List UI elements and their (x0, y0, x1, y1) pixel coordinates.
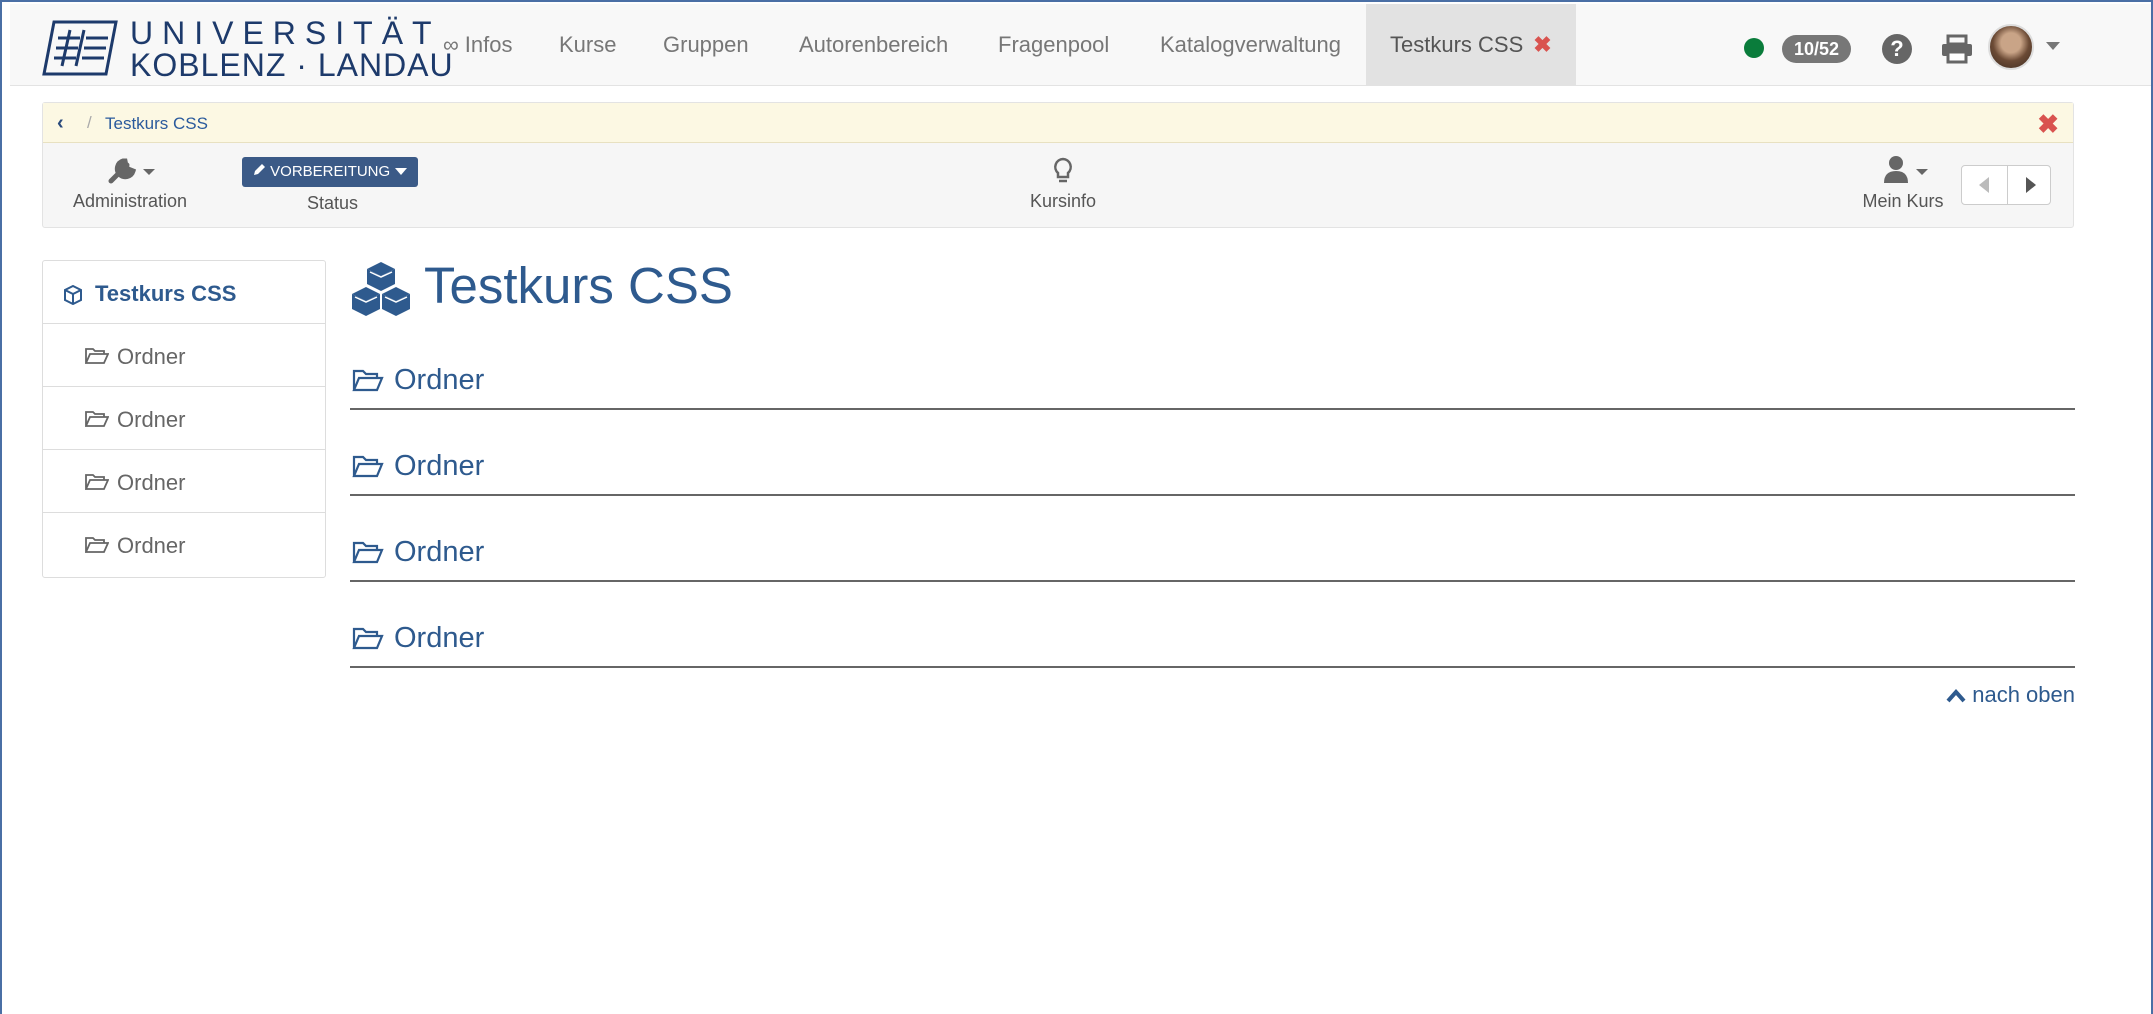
chevron-left-icon[interactable]: ‹ (57, 112, 64, 135)
close-icon[interactable]: ✖ (2037, 109, 2059, 140)
university-logo-mark (42, 20, 118, 76)
folder-open-icon (85, 411, 109, 427)
nav-gruppen[interactable]: Gruppen (663, 4, 749, 86)
avatar[interactable] (1988, 24, 2034, 70)
tab-testkurs-css-label: Testkurs CSS (1390, 32, 1524, 57)
folder-open-icon (352, 369, 384, 392)
previous-button[interactable] (1962, 166, 2007, 204)
back-to-top-link[interactable]: nach oben (1946, 682, 2075, 708)
folder-open-icon (85, 537, 109, 553)
status-dropdown-button[interactable]: VORBEREITUNG (242, 157, 419, 187)
administration-menu[interactable]: Administration (65, 153, 195, 212)
menu-item-ordner[interactable]: Ordner (43, 387, 325, 450)
tab-testkurs-css[interactable]: Testkurs CSS ✖ (1366, 4, 1576, 86)
section-ordner[interactable]: Ordner (350, 616, 2075, 668)
folder-open-icon (352, 627, 384, 650)
lightbulb-icon (1054, 157, 1072, 183)
help-icon[interactable]: ? (1882, 34, 1912, 64)
cube-icon (64, 285, 82, 305)
mein-kurs-menu[interactable]: Mein Kurs (1853, 153, 1953, 212)
folder-open-icon (85, 348, 109, 364)
print-icon[interactable] (1940, 34, 1974, 64)
menu-item-ordner[interactable]: Ordner (43, 324, 325, 387)
status-label: Status (307, 193, 359, 213)
section-title[interactable]: Ordner (394, 536, 484, 569)
brand-line-2: KOBLENZ · LANDAU (130, 47, 454, 83)
tab-close-icon[interactable]: ✖ (1533, 32, 1551, 57)
kursinfo-label: Kursinfo (1029, 191, 1097, 211)
arrow-left-icon (1979, 177, 1989, 193)
mein-kurs-label: Mein Kurs (1862, 191, 1944, 211)
university-logo[interactable]: UNIVERSITÄT KOBLENZ · LANDAU (40, 10, 453, 82)
chevron-down-icon[interactable] (2046, 42, 2060, 50)
breadcrumb-current[interactable]: Testkurs CSS (105, 114, 208, 134)
menu-item-label: Ordner (117, 344, 186, 369)
next-button[interactable] (2007, 166, 2052, 204)
section-ordner[interactable]: Ordner (350, 444, 2075, 496)
back-to-top-label: nach oben (1972, 682, 2075, 707)
menu-root-label: Testkurs CSS (95, 281, 237, 306)
course-menu: Testkurs CSS Ordner Ordner Ordner Ordner (42, 260, 326, 578)
menu-item-label: Ordner (117, 470, 186, 495)
folder-open-icon (352, 455, 384, 478)
administration-label: Administration (72, 191, 188, 211)
course-toolbar: ‹ / Testkurs CSS ✖ Administration VORBER… (42, 102, 2074, 228)
pencil-icon (254, 164, 265, 175)
nav-infos[interactable]: ∞ Infos (443, 4, 513, 86)
section-ordner[interactable]: Ordner (350, 358, 2075, 410)
menu-item-root[interactable]: Testkurs CSS (43, 261, 325, 324)
menu-item-label: Ordner (117, 533, 186, 558)
wrench-icon (108, 158, 155, 184)
folder-open-icon (352, 541, 384, 564)
cubes-icon (352, 262, 410, 316)
count-badge[interactable]: 10/52 (1782, 35, 1852, 63)
section-ordner[interactable]: Ordner (350, 530, 2075, 582)
user-icon (1884, 156, 1928, 183)
brand-line-1: UNIVERSITÄT (130, 15, 441, 51)
section-title[interactable]: Ordner (394, 622, 484, 655)
caret-down-icon (395, 168, 408, 175)
menu-item-ordner[interactable]: Ordner (43, 450, 325, 513)
folder-open-icon (85, 474, 109, 490)
arrow-right-icon (2026, 177, 2036, 193)
nav-katalogverwaltung[interactable]: Katalogverwaltung (1160, 4, 1341, 86)
menu-item-ordner[interactable]: Ordner (43, 513, 325, 576)
menu-item-label: Ordner (117, 407, 186, 432)
course-pager (1961, 165, 2051, 205)
section-title[interactable]: Ordner (394, 450, 484, 483)
nav-autorenbereich[interactable]: Autorenbereich (799, 4, 948, 86)
breadcrumb-separator: / (87, 113, 92, 132)
status-button-label: VORBEREITUNG (270, 163, 391, 180)
section-title[interactable]: Ordner (394, 364, 484, 397)
top-navbar: UNIVERSITÄT KOBLENZ · LANDAU ∞ Infos Kur… (10, 4, 2151, 86)
page-title-text: Testkurs CSS (424, 257, 733, 314)
online-status-icon (1744, 38, 1764, 58)
kursinfo-button[interactable]: Kursinfo (1013, 153, 1113, 212)
breadcrumb: ‹ / Testkurs CSS ✖ (43, 103, 2073, 143)
nav-kurse[interactable]: Kurse (559, 4, 616, 86)
chevron-up-icon (1946, 689, 1966, 703)
nav-fragenpool[interactable]: Fragenpool (998, 4, 1109, 86)
